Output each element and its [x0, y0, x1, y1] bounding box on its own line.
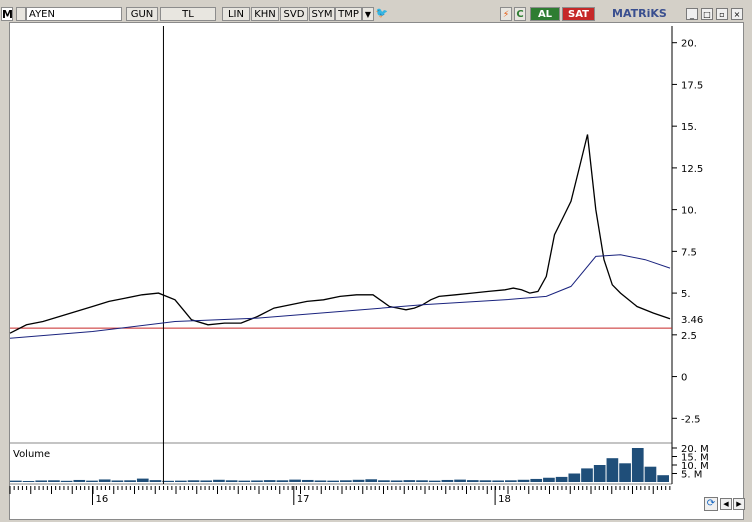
y-tick-label: 5.: [681, 289, 691, 300]
volume-bar: [530, 478, 543, 482]
last-value-label: 3.46: [681, 315, 703, 326]
scroll-left-icon[interactable]: ◀: [720, 498, 732, 510]
volume-bar: [111, 480, 124, 482]
volume-bar: [631, 448, 644, 482]
y-tick-label: 7.5: [681, 247, 697, 258]
volume-bar: [606, 458, 619, 482]
chart-svg[interactable]: 20.17.515.12.510.7.55.2.50-2.5 20. M15. …: [0, 0, 752, 522]
y-tick-label: 10.: [681, 206, 697, 217]
volume-tick-label: 5. M: [681, 470, 702, 481]
y-tick-label: 15.: [681, 122, 697, 133]
y-tick-label: 20.: [681, 39, 697, 50]
volume-bar: [98, 479, 111, 482]
volume-bar: [162, 480, 174, 482]
volume-bar: [314, 480, 327, 482]
y-tick-label: 17.5: [681, 80, 703, 91]
volume-bar: [352, 479, 365, 482]
volume-bar: [263, 480, 276, 482]
volume-bar: [517, 479, 530, 482]
volume-bar: [213, 479, 225, 482]
volume-bar: [543, 477, 555, 482]
volume-bar: [619, 463, 631, 482]
x-tick-label: 17: [297, 494, 310, 505]
volume-bar: [644, 466, 657, 482]
volume-bar: [454, 479, 466, 482]
volume-bar: [378, 480, 390, 482]
volume-bar: [225, 480, 238, 482]
volume-bar: [35, 480, 48, 482]
y-tick-label: 0: [681, 373, 687, 384]
sync-icon[interactable]: ⟳: [704, 497, 718, 511]
volume-bar: [48, 480, 60, 482]
volume-bar: [568, 473, 581, 482]
volume-bar: [340, 480, 352, 482]
volume-bar: [187, 480, 200, 482]
volume-bar: [581, 468, 593, 482]
x-tick-label: 18: [498, 494, 511, 505]
volume-bar: [10, 480, 22, 482]
volume-bar: [73, 479, 86, 482]
scroll-right-icon[interactable]: ▶: [733, 498, 745, 510]
volume-bar: [289, 479, 301, 482]
volume-bar: [441, 479, 454, 482]
volume-bar: [466, 480, 479, 482]
x-tick-label: 16: [96, 494, 109, 505]
volume-bar: [276, 480, 289, 482]
volume-bar: [301, 479, 314, 482]
y-tick-label: 2.5: [681, 331, 697, 342]
volume-bar: [60, 480, 73, 482]
volume-bar: [149, 480, 162, 482]
volume-bar: [492, 480, 504, 482]
volume-bar: [200, 480, 213, 482]
volume-bar: [175, 480, 187, 482]
volume-bar: [124, 480, 136, 482]
volume-bar: [428, 480, 441, 482]
volume-bar: [251, 480, 263, 482]
volume-bar: [365, 479, 378, 482]
volume-bar: [86, 480, 98, 482]
y-tick-label: 12.5: [681, 164, 703, 175]
volume-bar: [416, 480, 428, 482]
volume-bar: [479, 480, 492, 482]
volume-bar: [403, 480, 416, 482]
volume-bar: [593, 465, 606, 482]
volume-bar: [136, 478, 149, 482]
volume-bar: [22, 480, 35, 482]
volume-bar: [327, 480, 339, 482]
y-tick-label: -2.5: [681, 414, 701, 425]
volume-bar: [657, 475, 669, 482]
volume-label: Volume: [13, 449, 51, 460]
volume-bar: [390, 480, 403, 482]
volume-bar: [505, 480, 517, 482]
volume-bar: [555, 476, 568, 482]
price-series-line: [9, 134, 671, 334]
volume-bar: [238, 480, 251, 482]
